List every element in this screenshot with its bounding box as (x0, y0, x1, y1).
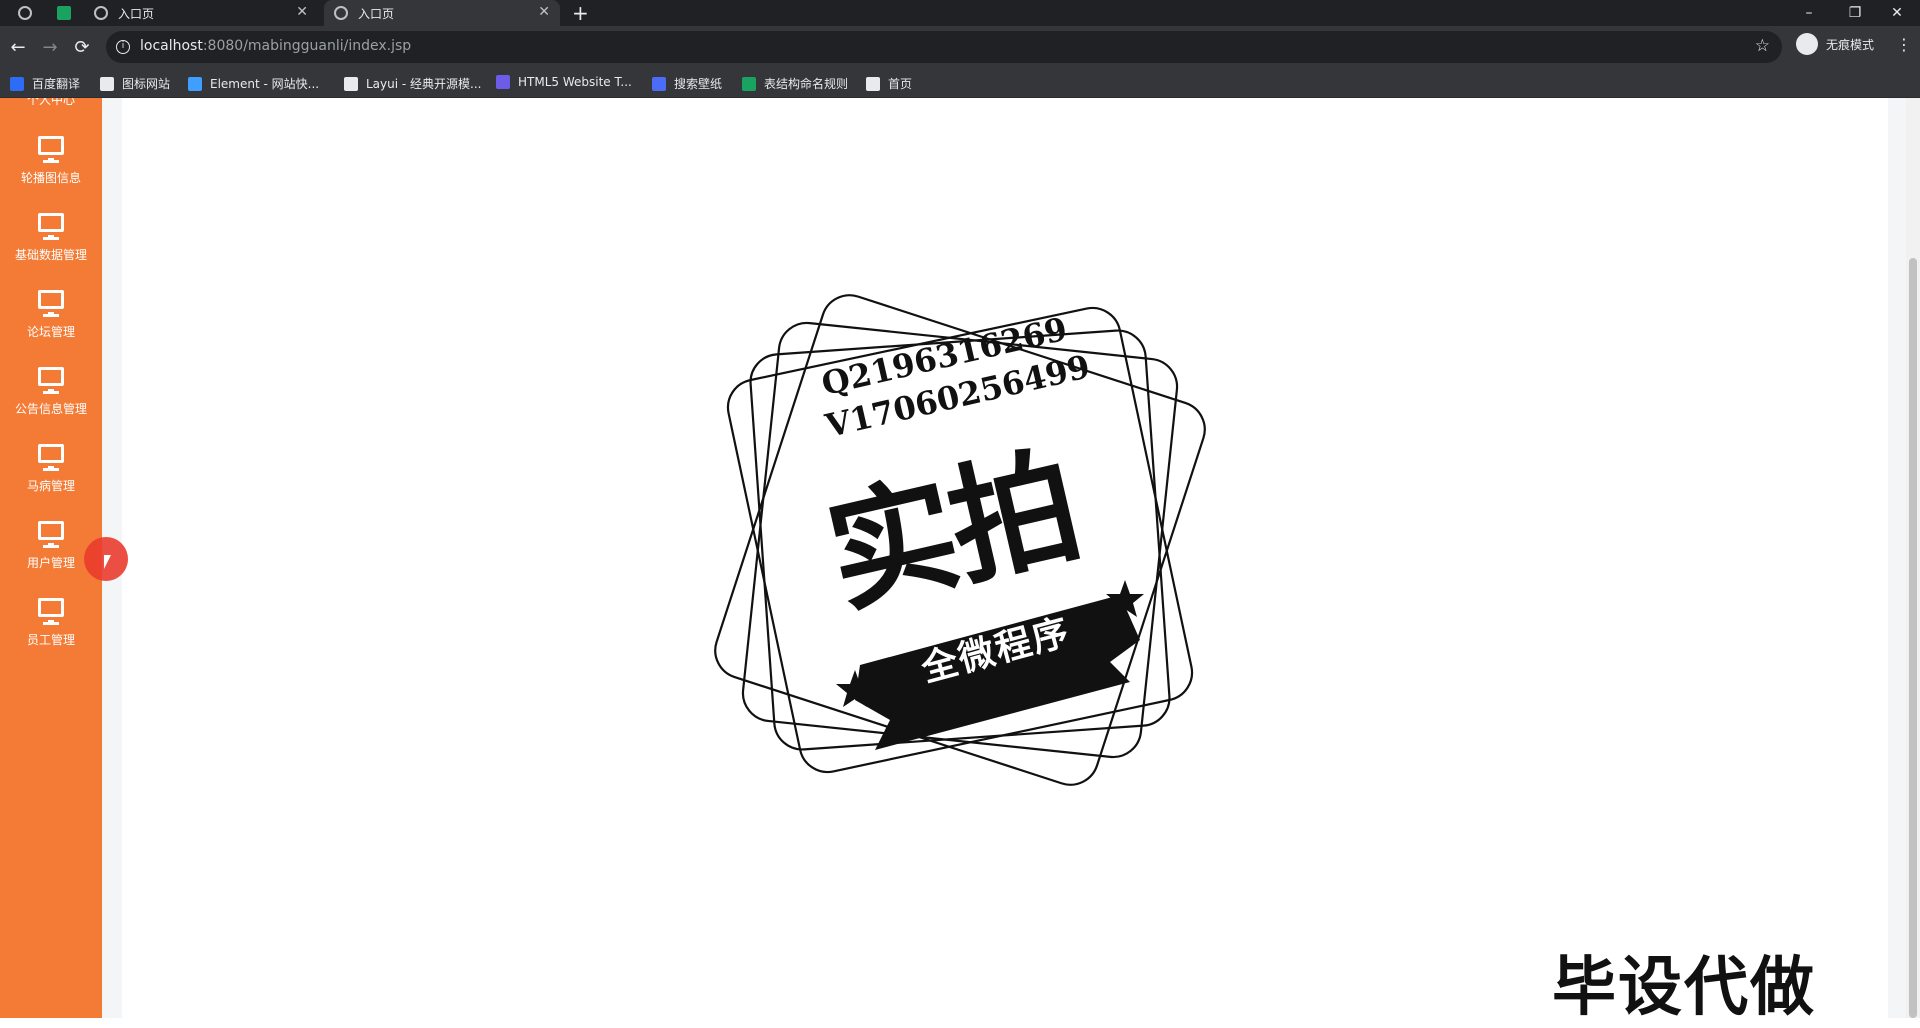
incognito-label: 无痕模式 (1826, 37, 1875, 52)
monitor-icon (38, 598, 64, 625)
bookmark-icon (742, 76, 756, 91)
bookmark-item[interactable]: 百度翻译 (10, 75, 80, 92)
close-window-button[interactable]: ✕ (1874, 0, 1920, 26)
bookmark-item[interactable]: HTML5 Website T... (496, 75, 632, 89)
bookmark-item[interactable]: 表结构命名规则 (742, 75, 848, 92)
back-button[interactable]: ← (6, 35, 30, 59)
corner-watermark-text: 毕设代做 (1552, 951, 1816, 1025)
monitor-icon (38, 444, 64, 471)
bookmark-icon (100, 76, 114, 91)
sidebar-item-carousel[interactable]: 轮播图信息 (0, 128, 102, 205)
monitor-icon (38, 521, 64, 548)
scrollbar-thumb[interactable] (1909, 258, 1917, 1018)
new-tab-button[interactable]: + (572, 1, 589, 25)
address-bar[interactable]: i localhost:8080/mabingguanli/index.jsp … (106, 31, 1782, 63)
tab-entry-1[interactable]: 入口页 ✕ (84, 0, 318, 26)
monitor-icon (38, 367, 64, 394)
bookmark-item[interactable]: 首页 (866, 75, 912, 92)
browser-toolbar: ← → ⟳ i localhost:8080/mabingguanli/inde… (0, 26, 1920, 68)
monitor-icon (38, 136, 64, 163)
sidebar-item-label: 轮播图信息 (20, 171, 81, 185)
bookmarks-bar: 百度翻译 图标网站 Element - 网站快... Layui - 经典开源模… (0, 68, 1920, 98)
sidebar-item-label: 马病管理 (26, 479, 75, 493)
reload-button[interactable]: ⟳ (70, 35, 94, 59)
tab-strip: 入口页 ✕ 入口页 ✕ + – ❐ ✕ (0, 0, 1920, 26)
incognito-icon (1796, 33, 1818, 55)
mouse-cursor-icon (104, 555, 111, 569)
info-icon[interactable]: i (116, 40, 130, 54)
bookmark-star-icon[interactable]: ☆ (1755, 36, 1770, 56)
tab-title: 入口页 (118, 6, 155, 21)
globe-icon (18, 6, 32, 20)
browser-menu-icon[interactable]: ⋮ (1896, 35, 1912, 54)
sidebar-item-profile-label[interactable]: 个人中心 (0, 98, 102, 108)
incognito-indicator[interactable]: 无痕模式 (1796, 33, 1874, 55)
sidebar-item-notice[interactable]: 公告信息管理 (0, 359, 102, 436)
tab-close-icon[interactable]: ✕ (296, 4, 308, 20)
sidebar-item-label: 员工管理 (26, 633, 75, 647)
sheet-icon (57, 6, 71, 20)
tab-title: 入口页 (358, 6, 395, 21)
monitor-icon (38, 213, 64, 240)
bookmark-icon (866, 76, 880, 91)
bookmark-item[interactable]: 搜索壁纸 (652, 75, 722, 92)
bookmark-icon (496, 75, 510, 89)
bookmark-icon (188, 76, 202, 91)
sidebar-item-label: 论坛管理 (26, 325, 75, 339)
bookmark-item[interactable]: Element - 网站快... (188, 75, 319, 92)
sidebar-item-label: 基础数据管理 (14, 248, 87, 262)
sidebar-item-label: 公告信息管理 (14, 402, 87, 416)
bookmark-icon (652, 76, 666, 91)
pinned-tab-2[interactable] (44, 0, 84, 26)
bookmark-icon (10, 76, 24, 91)
bookmark-item[interactable]: 图标网站 (100, 75, 170, 92)
restore-button[interactable]: ❐ (1832, 0, 1878, 26)
sidebar-item-forum[interactable]: 论坛管理 (0, 282, 102, 359)
minimize-button[interactable]: – (1786, 0, 1832, 26)
tab-entry-2[interactable]: 入口页 ✕ (324, 0, 560, 26)
sidebar-item-label: 用户管理 (26, 556, 75, 570)
bookmark-item[interactable]: Layui - 经典开源模... (344, 75, 481, 92)
sidebar-item-basic-data[interactable]: 基础数据管理 (0, 205, 102, 282)
sidebar-item-staff[interactable]: 员工管理 (0, 590, 102, 667)
pinned-tab-1[interactable] (6, 0, 44, 26)
globe-icon (94, 6, 108, 20)
monitor-icon (38, 290, 64, 317)
bookmark-icon (344, 76, 358, 91)
url-text[interactable]: localhost:8080/mabingguanli/index.jsp (140, 38, 411, 54)
globe-icon (334, 6, 348, 20)
tab-close-icon[interactable]: ✕ (538, 4, 550, 20)
forward-button[interactable]: → (38, 35, 62, 59)
sidebar-item-horse-disease[interactable]: 马病管理 (0, 436, 102, 513)
